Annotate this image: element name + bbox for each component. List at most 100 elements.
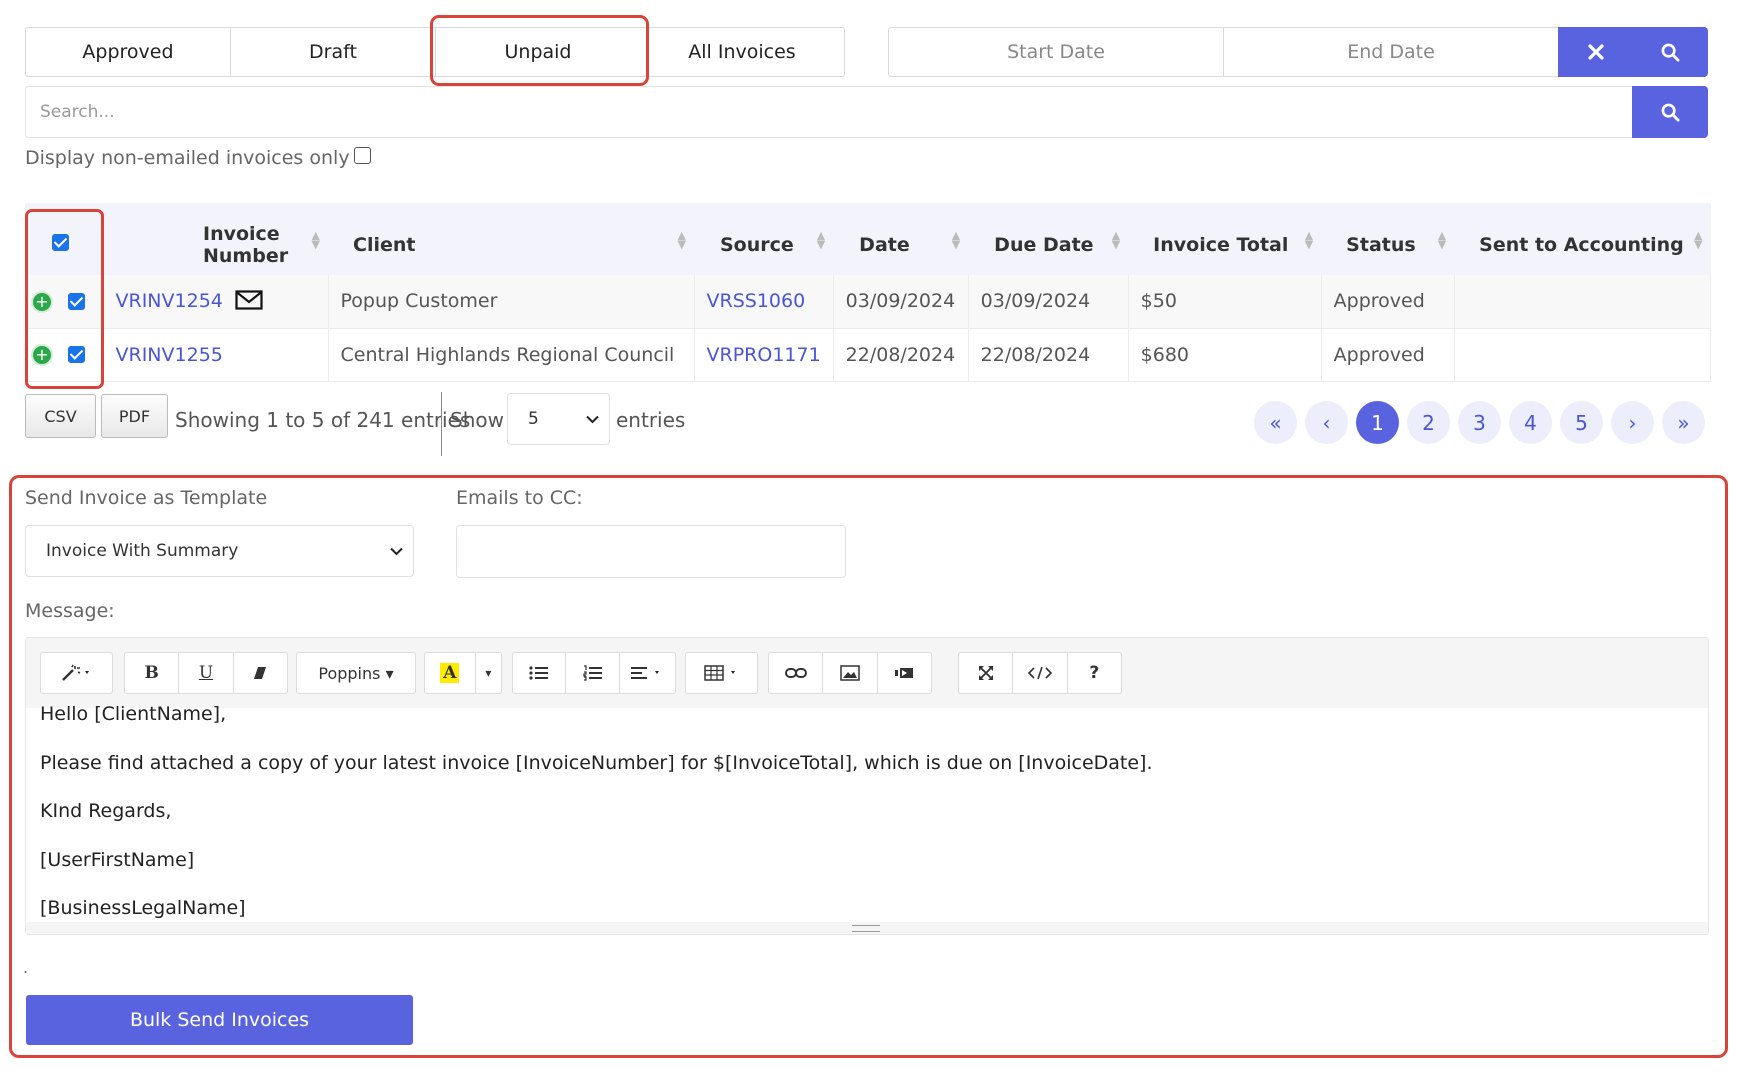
mail-icon: [235, 290, 263, 310]
search-icon: [1661, 43, 1680, 62]
font-family-group: Poppins ▾: [296, 652, 416, 694]
col-date[interactable]: Date ▲ ▼: [833, 203, 969, 275]
invoice-number-link[interactable]: VRINV1254: [116, 290, 223, 312]
align-left-icon: [631, 667, 660, 679]
expand-row-icon[interactable]: +: [31, 343, 53, 366]
non-emailed-filter: Display non-emailed invoices only: [25, 146, 371, 169]
bold-button[interactable]: B: [125, 653, 180, 693]
search-input[interactable]: Search...: [25, 86, 1633, 138]
row-checkbox[interactable]: [68, 293, 86, 310]
row-select-cell: +: [25, 328, 103, 382]
row-checkbox[interactable]: [68, 346, 86, 364]
search-button[interactable]: [1632, 86, 1708, 138]
page-1-button[interactable]: 1: [1356, 401, 1399, 444]
tab-draft[interactable]: Draft: [231, 28, 436, 76]
page-size-value: 5: [528, 409, 539, 429]
eraser-icon: [254, 667, 267, 679]
table-header-row: Invoice Number ▲ ▼ Client ▲ ▼ Source ▲ ▼ Date ▲…: [25, 203, 1711, 275]
due-date-cell: 03/09/2024: [968, 275, 1129, 329]
bullet-list-button[interactable]: [513, 653, 567, 693]
bullet-list-icon: [529, 666, 549, 680]
due-date-cell: 22/08/2024: [968, 328, 1129, 382]
underline-button[interactable]: U: [179, 653, 234, 693]
page-5-button[interactable]: 5: [1560, 401, 1603, 444]
date-range: Start Date End Date: [888, 27, 1558, 77]
help-button[interactable]: ?: [1068, 653, 1121, 693]
link-icon: [784, 668, 807, 678]
select-all-cell: [25, 203, 103, 275]
expand-row-icon[interactable]: +: [31, 290, 53, 313]
bulk-send-button[interactable]: Bulk Send Invoices: [26, 995, 413, 1045]
sort-icon: ▲ ▼: [1437, 229, 1447, 251]
clear-dates-button[interactable]: [1558, 27, 1633, 77]
page-3-button[interactable]: 3: [1458, 401, 1501, 444]
csv-button[interactable]: CSV: [25, 394, 96, 438]
source-link[interactable]: VRPRO1171: [707, 344, 821, 366]
editor-resize-handle[interactable]: [26, 922, 1708, 934]
image-icon: [840, 665, 860, 681]
end-date-field[interactable]: End Date: [1224, 28, 1558, 76]
non-emailed-checkbox[interactable]: [353, 146, 371, 164]
numbered-list-icon: [582, 665, 602, 681]
text-color-button[interactable]: A: [425, 653, 476, 693]
code-icon: [1027, 666, 1053, 680]
date-search-button[interactable]: [1633, 27, 1708, 77]
next-page-button[interactable]: ›: [1611, 401, 1654, 444]
page-size-select[interactable]: 5: [507, 393, 610, 445]
prev-page-button[interactable]: ‹: [1305, 401, 1348, 444]
numbered-list-button[interactable]: [566, 653, 620, 693]
col-invoice-number[interactable]: Invoice Number ▲ ▼: [103, 203, 328, 275]
first-page-button[interactable]: «: [1254, 401, 1297, 444]
fullscreen-button[interactable]: [959, 653, 1014, 693]
col-client[interactable]: Client ▲ ▼: [328, 203, 694, 275]
sort-icon: ▲ ▼: [1304, 229, 1314, 251]
page-2-button[interactable]: 2: [1407, 401, 1450, 444]
insert-table-button[interactable]: [686, 653, 757, 693]
message-line: [BusinessLegalName]: [40, 897, 246, 919]
fullscreen-icon: [978, 666, 993, 680]
col-sent-to-accounting[interactable]: Sent to Accounting ▲ ▼: [1454, 203, 1711, 275]
pdf-button[interactable]: PDF: [101, 394, 168, 438]
chevron-down-icon: [390, 547, 403, 555]
chevron-down-icon: [586, 415, 599, 423]
message-line: Please find attached a copy of your late…: [40, 751, 1153, 774]
stray-dot: .: [23, 958, 29, 977]
code-view-button[interactable]: [1013, 653, 1068, 693]
color-dropdown-button[interactable]: ▾: [476, 653, 501, 693]
entries-label: entries: [616, 408, 686, 432]
search-icon: [1661, 103, 1680, 122]
cc-emails-input[interactable]: [456, 525, 846, 578]
insert-group: [768, 652, 932, 694]
col-due-date[interactable]: Due Date ▲ ▼: [968, 203, 1129, 275]
message-editor: B U Poppins ▾ A ▾ ? Hello [ClientName], …: [25, 637, 1709, 935]
showing-entries-text: Showing 1 to 5 of 241 entries: [175, 408, 471, 432]
editor-toolbar: B U Poppins ▾ A ▾ ?: [26, 638, 1708, 708]
insert-image-button[interactable]: [823, 653, 878, 693]
tab-all-invoices[interactable]: All Invoices: [640, 28, 844, 76]
insert-link-button[interactable]: [769, 653, 824, 693]
font-family-button[interactable]: Poppins ▾: [297, 653, 415, 693]
message-body[interactable]: Hello [ClientName], Please find attached…: [40, 703, 1698, 943]
table-row: + VRINV1255 Central Highlands Regional C…: [25, 328, 1712, 382]
magic-style-button[interactable]: [41, 653, 112, 693]
select-all-checkbox[interactable]: [52, 234, 69, 251]
last-page-button[interactable]: »: [1662, 401, 1705, 444]
total-cell: $680: [1128, 328, 1322, 382]
source-link[interactable]: VRSS1060: [707, 290, 806, 312]
sort-icon: ▲ ▼: [677, 229, 686, 251]
tab-unpaid[interactable]: Unpaid: [436, 28, 640, 76]
align-button[interactable]: [620, 653, 675, 693]
invoice-number-link[interactable]: VRINV1255: [116, 344, 223, 366]
status-cell: Approved: [1321, 275, 1455, 329]
page-4-button[interactable]: 4: [1509, 401, 1552, 444]
col-invoice-total[interactable]: Invoice Total ▲ ▼: [1128, 203, 1322, 275]
col-status[interactable]: Status ▲ ▼: [1321, 203, 1455, 275]
tab-approved[interactable]: Approved: [26, 28, 231, 76]
clear-format-button[interactable]: [234, 653, 287, 693]
start-date-field[interactable]: Start Date: [889, 28, 1224, 76]
template-select[interactable]: Invoice With Summary: [25, 525, 414, 577]
col-source[interactable]: Source ▲ ▼: [694, 203, 834, 275]
magic-wand-icon: [61, 664, 89, 681]
sort-icon: ▲ ▼: [816, 229, 826, 251]
insert-video-button[interactable]: [878, 653, 931, 693]
